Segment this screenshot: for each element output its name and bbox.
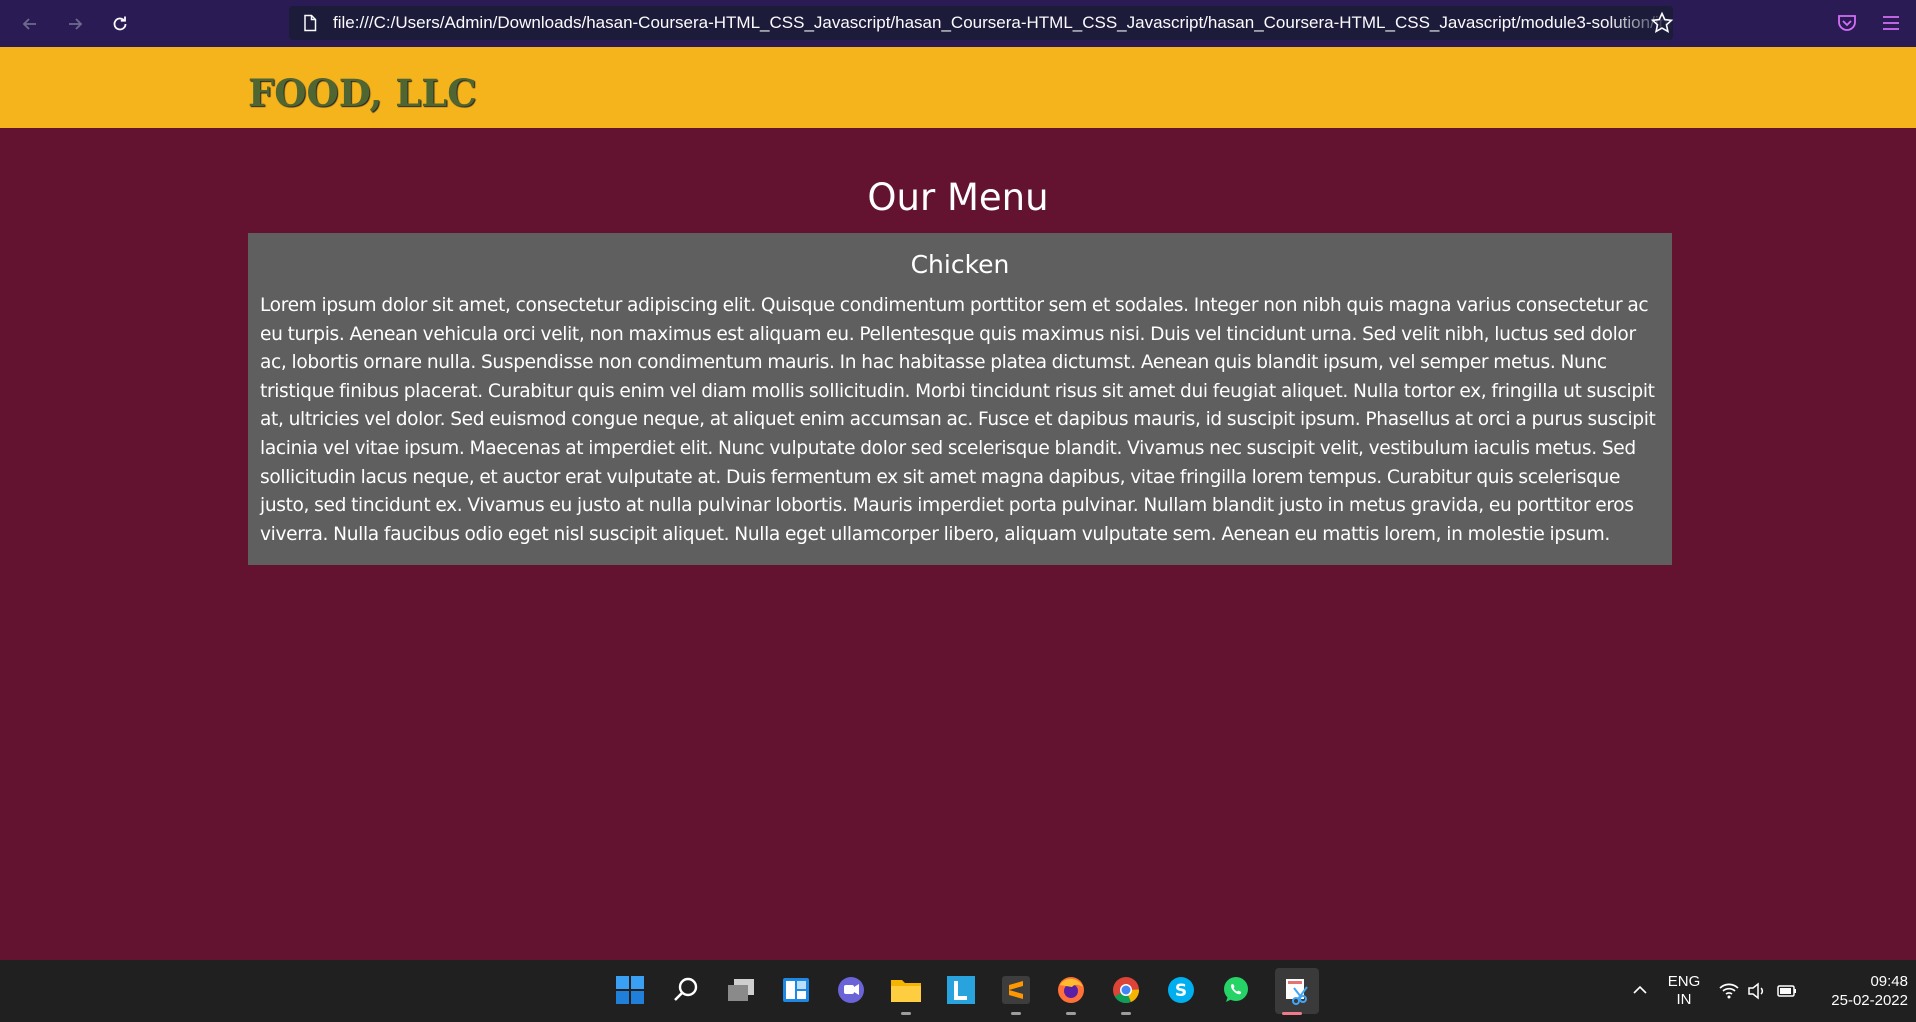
taskbar-teams-chat[interactable]	[835, 974, 867, 1006]
taskbar-snipping-tool[interactable]	[1275, 968, 1319, 1014]
sublime-text-icon	[1002, 976, 1030, 1004]
page-title: Our Menu	[867, 176, 1049, 219]
system-clock[interactable]: 09:48 25-02-2022	[1808, 972, 1908, 1010]
menu-item-title: Chicken	[910, 250, 1010, 279]
active-indicator	[1282, 1012, 1302, 1015]
menu-item-chicken: Chicken Lorem ipsum dolor sit amet, cons…	[248, 233, 1672, 565]
pocket-icon[interactable]	[1836, 12, 1858, 34]
taskbar-whatsapp[interactable]	[1220, 974, 1252, 1006]
widgets-icon	[783, 978, 809, 1002]
site-header: FOOD, LLC	[0, 47, 1916, 128]
page-icon	[304, 14, 317, 32]
search-icon	[674, 977, 698, 1001]
back-arrow-icon	[22, 18, 36, 30]
taskbar-search[interactable]	[670, 974, 702, 1006]
taskbar-firefox[interactable]	[1055, 974, 1087, 1006]
clock-time: 09:48	[1870, 973, 1908, 990]
taskbar-file-explorer[interactable]	[890, 974, 922, 1006]
chrome-icon	[1113, 977, 1140, 1004]
taskbar-sublime-text[interactable]	[1000, 974, 1032, 1006]
clock-date: 25-02-2022	[1831, 992, 1908, 1009]
snipping-tool-icon	[1286, 979, 1308, 1005]
running-indicator	[1121, 1012, 1131, 1015]
windows-start-icon	[616, 976, 644, 1004]
volume-icon[interactable]	[1746, 980, 1768, 1002]
running-indicator	[901, 1012, 911, 1015]
forward-button[interactable]	[61, 10, 89, 38]
url-text[interactable]: file:///C:/Users/Admin/Downloads/hasan-C…	[333, 13, 1673, 33]
reload-icon	[113, 16, 127, 31]
region-code: IN	[1676, 991, 1692, 1008]
whatsapp-icon	[1224, 977, 1248, 1002]
chevron-up-icon[interactable]	[1630, 980, 1650, 1000]
taskbar: S ENG IN 09:48 25-02-2022	[0, 960, 1916, 1022]
svg-text:S: S	[1175, 981, 1187, 1001]
file-explorer-icon	[891, 980, 921, 1002]
reload-button[interactable]	[106, 10, 134, 38]
site-logo: FOOD, LLC	[248, 71, 477, 115]
running-indicator	[1066, 1012, 1076, 1015]
language-code: ENG	[1667, 973, 1701, 990]
taskbar-l-app[interactable]	[945, 974, 977, 1006]
battery-icon[interactable]	[1776, 980, 1798, 1002]
forward-arrow-icon	[69, 18, 83, 30]
taskbar-widgets[interactable]	[780, 974, 812, 1006]
wifi-icon[interactable]	[1718, 980, 1740, 1002]
skype-icon: S	[1168, 977, 1194, 1003]
browser-toolbar: file:///C:/Users/Admin/Downloads/hasan-C…	[0, 0, 1916, 47]
menu-item-description: Lorem ipsum dolor sit amet, consectetur …	[260, 295, 1656, 545]
hamburger-menu-icon[interactable]	[1880, 12, 1902, 34]
taskbar-task-view[interactable]	[725, 974, 757, 1006]
running-indicator	[1011, 1012, 1021, 1015]
start-button[interactable]	[614, 974, 646, 1006]
address-bar[interactable]: file:///C:/Users/Admin/Downloads/hasan-C…	[289, 6, 1673, 40]
taskbar-chrome[interactable]	[1110, 974, 1142, 1006]
back-button[interactable]	[16, 10, 44, 38]
star-icon[interactable]	[1650, 11, 1674, 35]
firefox-icon	[1058, 977, 1084, 1003]
l-app-icon	[947, 976, 975, 1004]
task-view-icon	[728, 979, 754, 1001]
teams-chat-icon	[838, 977, 864, 1003]
input-language[interactable]: ENG IN	[1666, 973, 1702, 1009]
taskbar-skype[interactable]: S	[1165, 974, 1197, 1006]
